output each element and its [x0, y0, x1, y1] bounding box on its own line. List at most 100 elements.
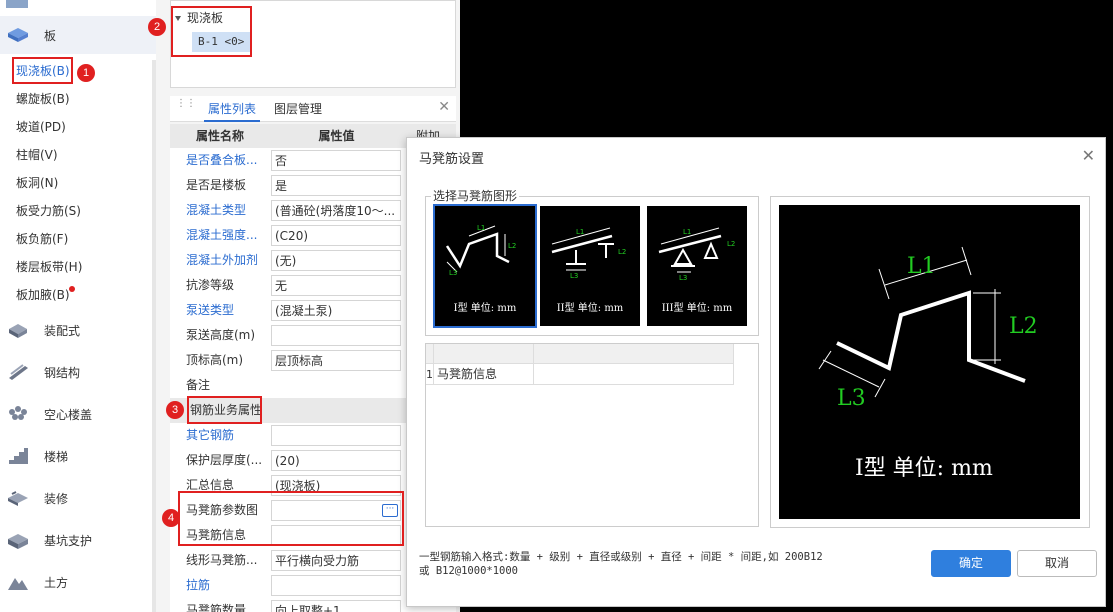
property-value[interactable]: (无) — [271, 250, 401, 271]
property-value[interactable]: 平行横向受力筋 — [271, 550, 401, 571]
grid-header-value — [534, 344, 734, 364]
annotation-box-3 — [187, 396, 262, 424]
slab-icon — [8, 28, 28, 42]
property-value[interactable]: 无 — [271, 275, 401, 296]
property-name: 泵送高度(m) — [186, 328, 256, 342]
input-format-note: 一型钢筋输入格式:数量 + 级别 + 直径或级别 + 直径 + 间距 * 间距,… — [419, 550, 899, 578]
property-name: 抗渗等级 — [186, 278, 235, 292]
prefab-icon — [9, 324, 27, 338]
sub-item-slab-haunch[interactable]: 板加腋(B) — [16, 284, 70, 306]
property-value[interactable]: (C20) — [271, 225, 401, 246]
stool-rebar-info-grid: 1 马凳筋信息 — [425, 343, 759, 527]
new-badge-dot — [69, 286, 75, 292]
stairs-icon — [9, 448, 28, 464]
property-value[interactable]: 是 — [271, 175, 401, 196]
shape-option-type-2[interactable]: L1 L2 L3 II型 单位: mm — [540, 206, 640, 326]
column-header-name: 属性名称 — [195, 129, 244, 143]
decoration-icon — [8, 491, 28, 506]
tab-layer-management[interactable]: 图层管理 — [270, 96, 326, 122]
sub-item-ramp[interactable]: 坡道(PD) — [16, 116, 66, 138]
annotation-box-4 — [178, 491, 404, 546]
annotation-box-2 — [171, 6, 252, 57]
property-name: 备注 — [186, 378, 211, 392]
property-value[interactable]: 向上取整+1 — [271, 600, 401, 612]
property-panel-header: ⋮⋮ 属性列表 图层管理 ✕ — [170, 96, 456, 122]
shape-selection-legend: 选择马凳筋图形 — [431, 187, 520, 204]
category-foundation-pit[interactable]: 基坑支护 — [0, 521, 156, 559]
annotation-badge-1: 1 — [77, 64, 95, 82]
annotation-badge-3: 3 — [166, 401, 184, 419]
thumb-label-l1: L1 — [683, 228, 691, 236]
close-icon[interactable]: ✕ — [1082, 146, 1095, 165]
stool-rebar-settings-dialog: 马凳筋设置 ✕ 选择马凳筋图形 L1 L2 L3 I型 单位: mm L1 L2… — [406, 137, 1106, 607]
sub-item-column-cap[interactable]: 柱帽(V) — [16, 144, 58, 166]
partial-category-icon — [6, 0, 28, 8]
thumb-label-l2: L2 — [508, 242, 516, 250]
sub-item-slab-hole[interactable]: 板洞(N) — [16, 172, 58, 194]
category-label: 板 — [44, 28, 57, 43]
column-header-value: 属性值 — [318, 129, 355, 143]
property-name: 混凝土外加剂 — [186, 253, 259, 267]
category-hollow-floor[interactable]: 空心楼盖 — [0, 395, 156, 433]
thumb-label-l3: L3 — [679, 274, 687, 282]
property-value[interactable]: 层顶标高 — [271, 350, 401, 371]
category-label: 装配式 — [44, 323, 81, 338]
property-value[interactable]: (普通砼(坍落度10～... — [271, 200, 401, 221]
property-value[interactable] — [271, 425, 401, 446]
property-name: 混凝土强度... — [186, 228, 258, 242]
thumb-label-l2: L2 — [618, 248, 626, 256]
dialog-title: 马凳筋设置 — [419, 152, 485, 167]
property-value[interactable]: (混凝土泵) — [271, 300, 401, 321]
shape-option-type-1[interactable]: L1 L2 L3 I型 单位: mm — [433, 204, 537, 328]
property-name: 顶标高(m) — [186, 353, 244, 367]
property-name: 马凳筋数量... — [186, 603, 258, 612]
property-name: 拉筋 — [186, 578, 211, 592]
property-value[interactable]: (20) — [271, 450, 401, 471]
confirm-button[interactable]: 确定 — [931, 550, 1011, 577]
category-stairs[interactable]: 楼梯 — [0, 437, 156, 475]
category-decoration[interactable]: 装修 — [0, 479, 156, 517]
left-navigation: 板 现浇板(B) 螺旋板(B) 坡道(PD) 柱帽(V) 板洞(N) 板受力筋(… — [0, 0, 156, 612]
category-label: 钢结构 — [44, 365, 81, 380]
thumb-label-l3: L3 — [449, 269, 457, 277]
property-value[interactable] — [271, 325, 401, 346]
property-name: 线形马凳筋... — [186, 553, 258, 567]
category-earthwork[interactable]: 土方 — [0, 563, 156, 601]
grid-row-value-input[interactable] — [534, 364, 734, 385]
sub-item-slab-strip[interactable]: 楼层板带(H) — [16, 256, 82, 278]
steel-structure-icon — [9, 364, 28, 380]
grid-header-name — [434, 344, 534, 364]
annotation-badge-4: 4 — [162, 509, 180, 527]
category-slab[interactable]: 板 — [0, 16, 156, 54]
property-name: 其它钢筋 — [186, 428, 235, 442]
preview-label-l1: L1 — [907, 254, 936, 279]
grid-row-index: 1 — [426, 364, 434, 385]
category-steel-structure[interactable]: 钢结构 — [0, 353, 156, 391]
type-1-preview-diagram: L1 L2 L3 I型 单位: mm — [818, 246, 1038, 481]
shape-preview: L1 L2 L3 I型 单位: mm — [779, 205, 1080, 519]
property-value[interactable]: 否 — [271, 150, 401, 171]
tab-property-list[interactable]: 属性列表 — [204, 96, 260, 122]
thumb-label-l2: L2 — [727, 240, 735, 248]
shape-option-type-3[interactable]: L1 L2 L3 III型 单位: mm — [647, 206, 747, 326]
drag-handle-icon[interactable]: ⋮⋮ — [176, 99, 196, 115]
sub-item-spiral-slab[interactable]: 螺旋板(B) — [16, 88, 70, 110]
category-label: 基坑支护 — [44, 533, 93, 548]
foundation-pit-icon — [8, 534, 28, 549]
category-prefab[interactable]: 装配式 — [0, 311, 156, 349]
preview-label-l3: L3 — [837, 386, 866, 411]
note-line-2: 或 B12@1000*1000 — [419, 565, 519, 577]
property-name: 泵送类型 — [186, 303, 235, 317]
shape-label: I型 单位: mm — [453, 303, 517, 314]
property-value[interactable] — [271, 575, 401, 596]
category-label: 楼梯 — [44, 449, 69, 464]
close-icon[interactable]: ✕ — [438, 99, 450, 115]
property-name: 是否叠合板... — [186, 153, 258, 167]
cancel-button[interactable]: 取消 — [1017, 550, 1097, 577]
note-line-1: 一型钢筋输入格式:数量 + 级别 + 直径或级别 + 直径 + 间距 * 间距,… — [419, 551, 823, 563]
sub-item-slab-rebar[interactable]: 板受力筋(S) — [16, 200, 81, 222]
sub-item-negative-rebar[interactable]: 板负筋(F) — [16, 228, 68, 250]
category-label: 空心楼盖 — [44, 407, 93, 422]
property-name: 混凝土类型 — [186, 203, 247, 217]
preview-label-l2: L2 — [1009, 314, 1038, 339]
